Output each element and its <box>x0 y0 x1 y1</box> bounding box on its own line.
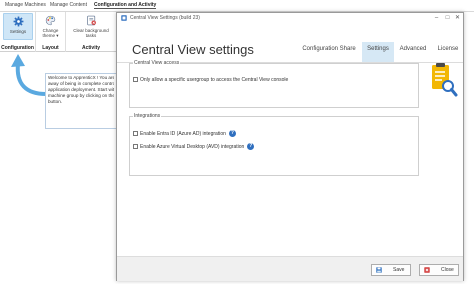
avd-integration-checkbox[interactable] <box>133 144 138 150</box>
avd-integration-label: Enable Azure Virtual Desktop (AVD) integ… <box>140 143 245 150</box>
tab-configuration-and-activity[interactable]: Configuration and Activity <box>94 2 157 9</box>
close-button[interactable]: Close <box>419 264 459 276</box>
clear-tasks-icon <box>86 15 96 26</box>
guide-arrow-icon <box>11 54 48 96</box>
entra-id-integration-checkbox[interactable] <box>133 131 138 137</box>
tab-settings[interactable]: Settings <box>362 42 394 62</box>
tab-manage-content[interactable]: Manage Content <box>50 2 87 8</box>
central-view-access-group: Central View access Only allow a specifi… <box>129 60 419 108</box>
close-button-label: Close <box>441 267 454 273</box>
page-title: Central View settings <box>132 42 254 57</box>
chevron-down-icon: ▾ <box>55 33 59 38</box>
settings-dialog: Central View Settings (build 23) – □ ✕ C… <box>116 12 464 281</box>
window-close-button[interactable]: ✕ <box>453 14 462 22</box>
tab-manage-machines[interactable]: Manage Machines <box>5 2 46 8</box>
change-theme-line2: theme <box>42 33 55 38</box>
integrations-label: Integrations <box>133 113 162 119</box>
palette-icon <box>45 15 56 26</box>
save-button[interactable]: Save <box>371 264 411 276</box>
central-view-access-label: Central View access <box>133 60 181 66</box>
avd-integration-option[interactable]: Enable Azure Virtual Desktop (AVD) integ… <box>133 138 255 151</box>
settings-button-label: Settings <box>9 29 27 34</box>
dialog-footer: Save Close <box>117 256 463 281</box>
ribbon-group-configuration: Settings Configuration <box>0 12 36 52</box>
entra-id-help-icon[interactable]: ? <box>228 130 236 138</box>
minimize-button[interactable]: – <box>432 14 441 22</box>
ribbon-group-layout: Change theme ▾ Layout <box>36 12 66 52</box>
usergroup-restriction-checkbox[interactable] <box>133 77 138 83</box>
clear-tasks-line2: tasks <box>85 33 97 38</box>
ribbon-group-activity: Clear background tasks Activity <box>66 12 116 52</box>
usergroup-restriction-option[interactable]: Only allow a specific usergroup to acces… <box>133 71 288 83</box>
app-icon <box>121 15 127 21</box>
avd-help-icon[interactable]: ? <box>247 143 255 151</box>
entra-id-integration-option[interactable]: Enable Entra ID (Azure AD) integration? <box>133 125 236 138</box>
top-tab-bar: Manage Machines Manage Content Configura… <box>0 0 474 12</box>
tab-configuration-share[interactable]: Configuration Share <box>300 42 358 62</box>
maximize-button[interactable]: □ <box>443 14 452 22</box>
dialog-header: Central View settings Configuration Shar… <box>117 23 463 63</box>
save-icon <box>376 267 382 273</box>
welcome-callout: Welcome to ApprenticX ! You are one away… <box>45 73 117 129</box>
gear-icon <box>13 16 23 27</box>
tab-license[interactable]: License <box>433 42 463 62</box>
dialog-titlebar[interactable]: Central View Settings (build 23) – □ ✕ <box>117 13 463 23</box>
integrations-group: Integrations Enable Entra ID (Azure AD) … <box>129 113 419 176</box>
tab-advanced[interactable]: Advanced <box>397 42 429 62</box>
close-icon <box>424 267 430 273</box>
dialog-window-title: Central View Settings (build 23) <box>130 15 200 21</box>
ribbon-group-label-activity: Activity <box>81 45 101 51</box>
change-theme-button[interactable]: Change theme ▾ <box>36 13 65 38</box>
clear-background-tasks-button[interactable]: Clear background tasks <box>66 13 116 38</box>
save-button-label: Save <box>393 267 405 273</box>
settings-button[interactable]: Settings <box>3 13 33 40</box>
entra-id-integration-label: Enable Entra ID (Azure AD) integration <box>140 130 226 137</box>
clipboard-search-icon <box>432 63 458 97</box>
ribbon: Settings Configuration Change theme ▾ La… <box>0 12 116 52</box>
usergroup-restriction-label: Only allow a specific usergroup to acces… <box>140 76 289 83</box>
callout-line: button. <box>48 99 63 104</box>
